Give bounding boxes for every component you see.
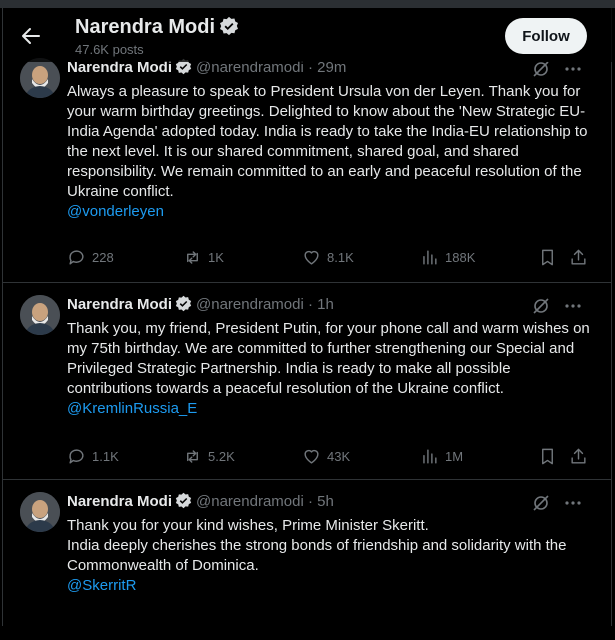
repost-icon: [183, 248, 202, 267]
post-body: Always a pleasure to speak to President …: [67, 82, 595, 222]
post-actions: 228 1K 8.1K 188K: [67, 248, 587, 268]
post-card[interactable]: Narendra Modi @narendramodi · 29m Always …: [3, 46, 612, 283]
arrow-left-icon[interactable]: [19, 24, 43, 48]
grok-icon[interactable]: [532, 494, 550, 517]
post-card[interactable]: Narendra Modi @narendramodi · 1h Thank yo…: [3, 283, 612, 480]
like-icon: [302, 447, 321, 466]
share-icon: [569, 447, 588, 466]
repost-count: 5.2K: [208, 449, 235, 464]
verified-badge-icon: [175, 295, 192, 316]
reply-count: 228: [92, 250, 114, 265]
more-icon[interactable]: [564, 297, 582, 320]
reply-button[interactable]: 1.1K: [67, 447, 119, 466]
post-card[interactable]: Narendra Modi @narendramodi · 5h Thank yo…: [3, 480, 612, 640]
bookmark-icon: [538, 248, 557, 267]
post-top-actions: [532, 494, 582, 517]
author-name[interactable]: Narendra Modi: [67, 493, 172, 510]
grok-icon[interactable]: [532, 60, 550, 83]
share-icon: [569, 248, 588, 267]
views-button[interactable]: 188K: [420, 248, 475, 267]
more-icon[interactable]: [564, 494, 582, 517]
views-count: 1M: [445, 449, 464, 464]
author-handle[interactable]: @narendramodi: [196, 296, 304, 313]
post-body: Thank you for your kind wishes, Prime Mi…: [67, 516, 595, 596]
profile-header: Narendra Modi 47.6K posts Follow: [3, 8, 612, 62]
repost-icon: [183, 447, 202, 466]
repost-button[interactable]: 1K: [183, 248, 224, 267]
avatar[interactable]: [20, 58, 60, 98]
post-text-line: Thank you for your kind wishes, Prime Mi…: [67, 517, 429, 534]
meta-separator: ·: [307, 296, 313, 313]
views-icon: [420, 248, 439, 267]
post-time[interactable]: 5h: [317, 493, 334, 510]
post-text-line: India deeply cherishes the strong bonds …: [67, 537, 567, 574]
repost-count: 1K: [208, 250, 224, 265]
meta-separator: ·: [307, 493, 313, 510]
post-actions: 1.1K 5.2K 43K 1M: [67, 447, 587, 467]
bookmark-icon: [538, 447, 557, 466]
posts-count: 47.6K posts: [75, 42, 144, 57]
profile-name: Narendra Modi: [75, 16, 216, 38]
like-button[interactable]: 43K: [302, 447, 350, 466]
reply-icon: [67, 248, 86, 267]
post-time[interactable]: 1h: [317, 296, 334, 313]
post-meta: Narendra Modi @narendramodi · 5h: [67, 492, 334, 513]
views-button[interactable]: 1M: [420, 447, 463, 466]
post-top-actions: [532, 297, 582, 320]
share-button[interactable]: [569, 447, 588, 466]
post-mention-link[interactable]: @KremlinRussia_E: [67, 399, 595, 419]
verified-badge-icon: [219, 16, 239, 42]
verified-badge-icon: [175, 492, 192, 513]
like-count: 8.1K: [327, 250, 354, 265]
post-meta: Narendra Modi @narendramodi · 1h: [67, 295, 334, 316]
post-top-actions: [532, 60, 582, 83]
reply-icon: [67, 447, 86, 466]
post-mention-link[interactable]: @SkerritR: [67, 576, 595, 596]
like-button[interactable]: 8.1K: [302, 248, 354, 267]
post-body: Thank you, my friend, President Putin, f…: [67, 319, 595, 419]
repost-button[interactable]: 5.2K: [183, 447, 235, 466]
author-name[interactable]: Narendra Modi: [67, 296, 172, 313]
grok-icon[interactable]: [532, 297, 550, 320]
like-count: 43K: [327, 449, 351, 464]
avatar[interactable]: [20, 295, 60, 335]
post-text: Thank you, my friend, President Putin, f…: [67, 320, 590, 397]
like-icon: [302, 248, 321, 267]
more-icon[interactable]: [564, 60, 582, 83]
views-icon: [420, 447, 439, 466]
post-mention-link[interactable]: @vonderleyen: [67, 202, 595, 222]
follow-button[interactable]: Follow: [505, 18, 587, 54]
bookmark-button[interactable]: [538, 447, 557, 466]
profile-name-row: Narendra Modi: [75, 16, 239, 42]
reply-button[interactable]: 228: [67, 248, 114, 267]
avatar[interactable]: [20, 492, 60, 532]
post-text: Always a pleasure to speak to President …: [67, 83, 588, 200]
window-top-strip: [0, 0, 615, 8]
reply-count: 1.1K: [92, 449, 119, 464]
bookmark-button[interactable]: [538, 248, 557, 267]
views-count: 188K: [445, 250, 476, 265]
share-button[interactable]: [569, 248, 588, 267]
author-handle[interactable]: @narendramodi: [196, 493, 304, 510]
